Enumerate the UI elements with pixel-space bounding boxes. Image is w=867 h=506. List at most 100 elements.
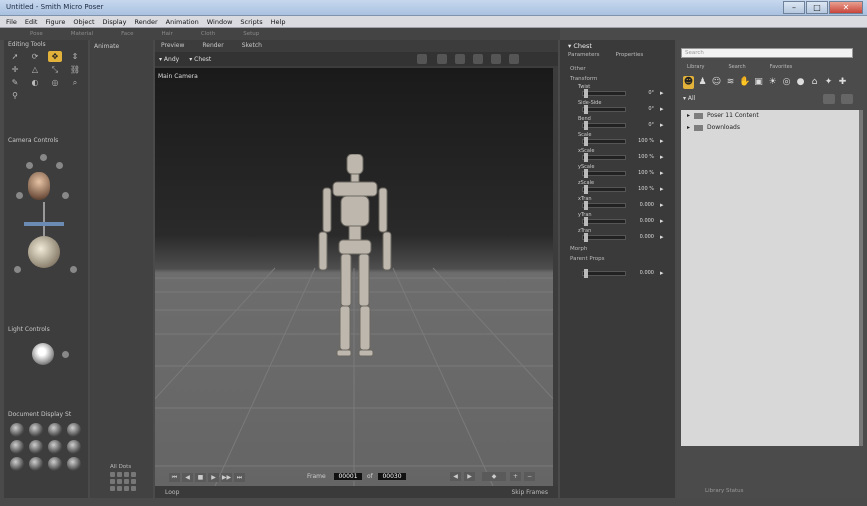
camera-right-icon[interactable] xyxy=(70,266,77,273)
menu-file[interactable]: File xyxy=(6,16,17,27)
select-tool-icon[interactable]: ➚ xyxy=(8,51,22,62)
minimize-button[interactable]: – xyxy=(783,1,805,14)
group-morph[interactable]: Morph xyxy=(560,244,675,254)
tab-sketch[interactable]: Sketch xyxy=(242,40,262,51)
display-style-icon[interactable] xyxy=(29,423,43,437)
library-tab-search[interactable]: Search xyxy=(728,64,745,70)
parameter-value[interactable]: 100 % xyxy=(628,186,654,192)
add-keyframe-button[interactable]: + xyxy=(510,472,521,481)
library-options-icon[interactable] xyxy=(841,94,853,104)
tab-render[interactable]: Render xyxy=(202,40,223,51)
display-style-icon[interactable] xyxy=(67,423,81,437)
parameter-value[interactable]: 0.000 xyxy=(628,234,654,240)
parameter-value[interactable]: 0.000 xyxy=(628,202,654,208)
translate-tool-icon[interactable]: ⇕ xyxy=(68,51,82,62)
tab-parameters[interactable]: Parameters xyxy=(568,52,599,58)
parameter-dial-knob[interactable] xyxy=(584,121,588,130)
materials-category-icon[interactable]: ● xyxy=(795,76,806,89)
display-style-icon[interactable] xyxy=(10,457,24,471)
menu-animation[interactable]: Animation xyxy=(166,16,199,27)
tab-properties[interactable]: Properties xyxy=(615,52,643,58)
parameter-dial[interactable] xyxy=(582,203,626,208)
group-other[interactable]: Other xyxy=(560,64,675,74)
parameter-menu-arrow[interactable]: ▸ xyxy=(660,201,664,209)
memory-dots[interactable] xyxy=(110,472,136,491)
rotate-tool-icon[interactable]: ⟳ xyxy=(28,51,42,62)
parameter-dial[interactable] xyxy=(582,107,626,112)
chain-tool-icon[interactable]: ⛓ xyxy=(68,64,82,75)
props-category-icon[interactable]: ▣ xyxy=(753,76,764,89)
zoom-tool-icon[interactable]: ⌕ xyxy=(68,77,82,88)
right-hand-camera-icon[interactable] xyxy=(62,192,69,199)
parameters-actor-title[interactable]: ▾ Chest xyxy=(560,40,675,52)
room-tab-material[interactable]: Material xyxy=(71,28,93,40)
parameter-value[interactable]: 100 % xyxy=(628,154,654,160)
animate-label[interactable]: Animate xyxy=(90,40,153,53)
display-style-icon[interactable] xyxy=(48,440,62,454)
light-globe[interactable] xyxy=(32,343,54,365)
parameter-menu-arrow[interactable]: ▸ xyxy=(660,121,664,129)
parameter-value[interactable]: 100 % xyxy=(628,138,654,144)
parameter-dial[interactable] xyxy=(582,139,626,144)
parameter-dial-knob[interactable] xyxy=(584,233,588,242)
parameter-dial[interactable] xyxy=(582,219,626,224)
maximize-button[interactable]: □ xyxy=(806,1,828,14)
poses-category-icon[interactable]: ♟ xyxy=(697,76,708,89)
mannequin-figure[interactable] xyxy=(305,154,405,364)
menu-object[interactable]: Object xyxy=(73,16,94,27)
group-transform[interactable]: Transform xyxy=(560,74,675,84)
menu-figure[interactable]: Figure xyxy=(45,16,65,27)
library-scrollbar[interactable] xyxy=(859,110,863,446)
camera-right-hand-icon[interactable] xyxy=(56,162,63,169)
parameter-dial-knob[interactable] xyxy=(584,201,588,210)
parameter-menu-arrow[interactable]: ▸ xyxy=(660,269,664,277)
cameras-category-icon[interactable]: ◎ xyxy=(781,76,792,89)
parameter-dial[interactable] xyxy=(582,123,626,128)
parameter-dial[interactable] xyxy=(582,235,626,240)
3d-viewport[interactable]: Main Camera xyxy=(155,68,553,486)
menu-edit[interactable]: Edit xyxy=(25,16,38,27)
parameter-menu-arrow[interactable]: ▸ xyxy=(660,233,664,241)
display-style-icon[interactable] xyxy=(67,457,81,471)
parameter-menu-arrow[interactable]: ▸ xyxy=(660,169,664,177)
parameter-value[interactable]: 0° xyxy=(628,106,654,112)
parameter-dial-knob[interactable] xyxy=(584,269,588,278)
parameter-menu-arrow[interactable]: ▸ xyxy=(660,105,664,113)
camera-icon[interactable] xyxy=(417,54,427,64)
group-parent-props[interactable]: Parent Props xyxy=(560,254,675,264)
camera-left-hand-icon[interactable] xyxy=(26,162,33,169)
room-tab-hair[interactable]: Hair xyxy=(162,28,173,40)
room-tab-pose[interactable]: Pose xyxy=(30,28,43,40)
prev-keyframe-button[interactable]: ◀ xyxy=(450,472,461,481)
twist-tool-icon[interactable]: ✥ xyxy=(48,51,62,62)
morph-tool-icon[interactable]: ⚲ xyxy=(8,90,22,101)
room-tab-cloth[interactable]: Cloth xyxy=(201,28,215,40)
menu-scripts[interactable]: Scripts xyxy=(240,16,262,27)
taper-tool-icon[interactable]: △ xyxy=(28,64,42,75)
library-view-icon[interactable] xyxy=(823,94,835,104)
scenes-category-icon[interactable]: ⌂ xyxy=(809,76,820,89)
parameter-value[interactable]: 0° xyxy=(628,122,654,128)
menu-help[interactable]: Help xyxy=(271,16,286,27)
light-add-icon[interactable] xyxy=(62,351,69,358)
display-style-icon[interactable] xyxy=(48,423,62,437)
display-style-icon[interactable] xyxy=(29,457,43,471)
layout-icon[interactable] xyxy=(437,54,447,64)
parameter-dial-knob[interactable] xyxy=(584,105,588,114)
room-tab-face[interactable]: Face xyxy=(121,28,133,40)
color-tool-icon[interactable]: ✎ xyxy=(8,77,22,88)
render-icon[interactable] xyxy=(491,54,501,64)
tree-item-downloads[interactable]: ▸ Downloads xyxy=(681,122,859,134)
display-style-icon[interactable] xyxy=(10,423,24,437)
face-camera-icon[interactable] xyxy=(28,172,50,200)
grouping-tool-icon[interactable]: ◐ xyxy=(28,77,42,88)
hair-category-icon[interactable]: ≋ xyxy=(725,76,736,89)
camera-small-icon[interactable] xyxy=(40,154,47,161)
display-style-icon[interactable] xyxy=(10,440,24,454)
parameter-dial[interactable] xyxy=(582,171,626,176)
parameter-dial-knob[interactable] xyxy=(584,153,588,162)
library-tab-favorites[interactable]: Favorites xyxy=(770,64,793,70)
parameter-dial[interactable] xyxy=(582,271,626,276)
loop-checkbox[interactable]: Loop xyxy=(165,487,179,498)
display-style-icon[interactable] xyxy=(48,457,62,471)
